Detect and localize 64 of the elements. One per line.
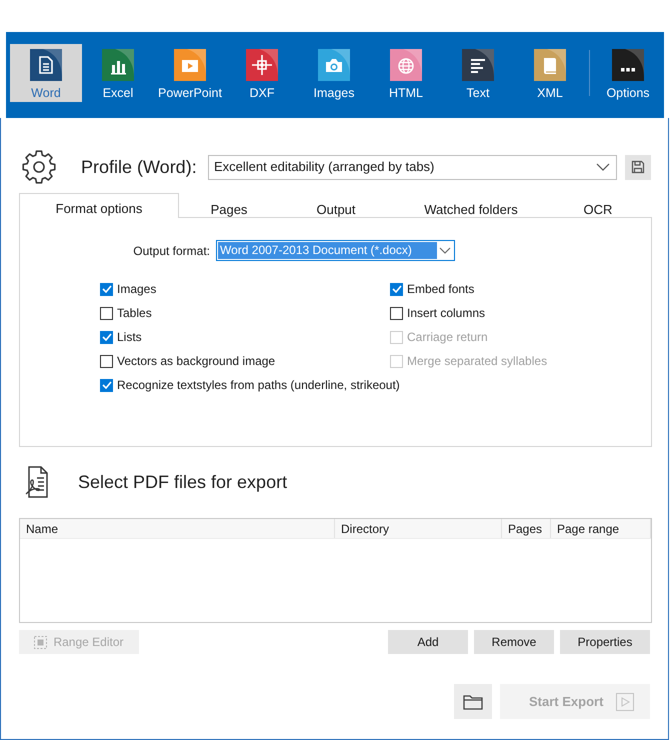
bar-chart-icon (102, 49, 134, 81)
checkbox-label: Tables (117, 305, 152, 322)
section-title: Select PDF files for export (78, 470, 288, 494)
book-icon (534, 49, 566, 81)
checkbox-label: Images (117, 281, 156, 298)
more-icon (612, 49, 644, 81)
chevron-down-icon (596, 163, 610, 171)
profile-label: Profile (Word): (81, 156, 198, 179)
checkbox[interactable] (100, 330, 113, 344)
column-header[interactable]: Name (20, 519, 335, 538)
column-header[interactable]: Directory (335, 519, 502, 538)
crosshair-icon (246, 49, 278, 81)
tab[interactable]: Output (279, 193, 393, 217)
open-folder-button[interactable] (454, 684, 492, 719)
globe-icon (390, 49, 422, 81)
save-button[interactable] (625, 154, 651, 180)
checkbox-label: Recognize textstyles from paths (underline, strikeout) (117, 377, 400, 394)
chevron-down-icon (439, 247, 451, 254)
tab[interactable]: Watched folders (393, 193, 549, 217)
action-button[interactable]: Properties (560, 630, 650, 654)
checkbox-label: Embed fonts (407, 281, 474, 298)
checkbox-label: Merge separated syllables (407, 353, 548, 370)
save-icon (630, 159, 646, 175)
tab[interactable]: Pages (179, 193, 279, 217)
checkbox[interactable] (100, 354, 113, 368)
column-header[interactable]: Pages (502, 519, 551, 538)
toolbar-button[interactable]: Excel (82, 44, 154, 102)
toolbar-button[interactable]: XML (514, 44, 586, 102)
folder-icon (463, 694, 483, 710)
checkbox[interactable] (100, 282, 113, 296)
toolbar-button[interactable]: Images (298, 44, 370, 102)
action-button[interactable]: Add (388, 630, 468, 654)
play-icon (616, 692, 634, 710)
checkmark-icon (102, 381, 112, 389)
play-screen-icon (174, 49, 206, 81)
checkbox[interactable] (100, 378, 113, 392)
checkmark-icon (392, 285, 402, 293)
range-select-icon (34, 636, 48, 648)
checkbox[interactable] (390, 306, 403, 320)
checkbox-label: Vectors as background image (117, 353, 276, 370)
checkbox-label: Lists (117, 329, 142, 346)
toolbar-button[interactable]: Word (10, 44, 82, 102)
document-icon (30, 49, 62, 81)
checkmark-icon (102, 333, 112, 341)
checkbox[interactable] (100, 306, 113, 320)
camera-icon (318, 49, 350, 81)
column-header[interactable]: Page range (551, 519, 651, 538)
toolbar-button[interactable]: Text (442, 44, 514, 102)
toolbar-button[interactable]: HTML (370, 44, 442, 102)
checkmark-icon (102, 285, 112, 293)
checkbox-label: Insert columns (407, 305, 486, 322)
toolbar-button[interactable]: PowerPoint (154, 44, 226, 102)
settings-icon[interactable] (22, 150, 56, 184)
toolbar-button[interactable]: DXF (226, 44, 298, 102)
text-lines-icon (462, 49, 494, 81)
tab[interactable]: Format options (19, 193, 179, 218)
checkbox[interactable] (390, 282, 403, 296)
action-button[interactable]: Remove (474, 630, 554, 654)
pdf-document-icon (25, 466, 49, 498)
output-format-label: Output format: (132, 242, 210, 260)
profile-dropdown[interactable]: Excellent editability (arranged by tabs) (208, 154, 617, 180)
checkbox-label: Carriage return (407, 329, 488, 346)
toolbar-button[interactable]: Options (592, 44, 664, 102)
tab[interactable]: OCR (549, 193, 647, 217)
